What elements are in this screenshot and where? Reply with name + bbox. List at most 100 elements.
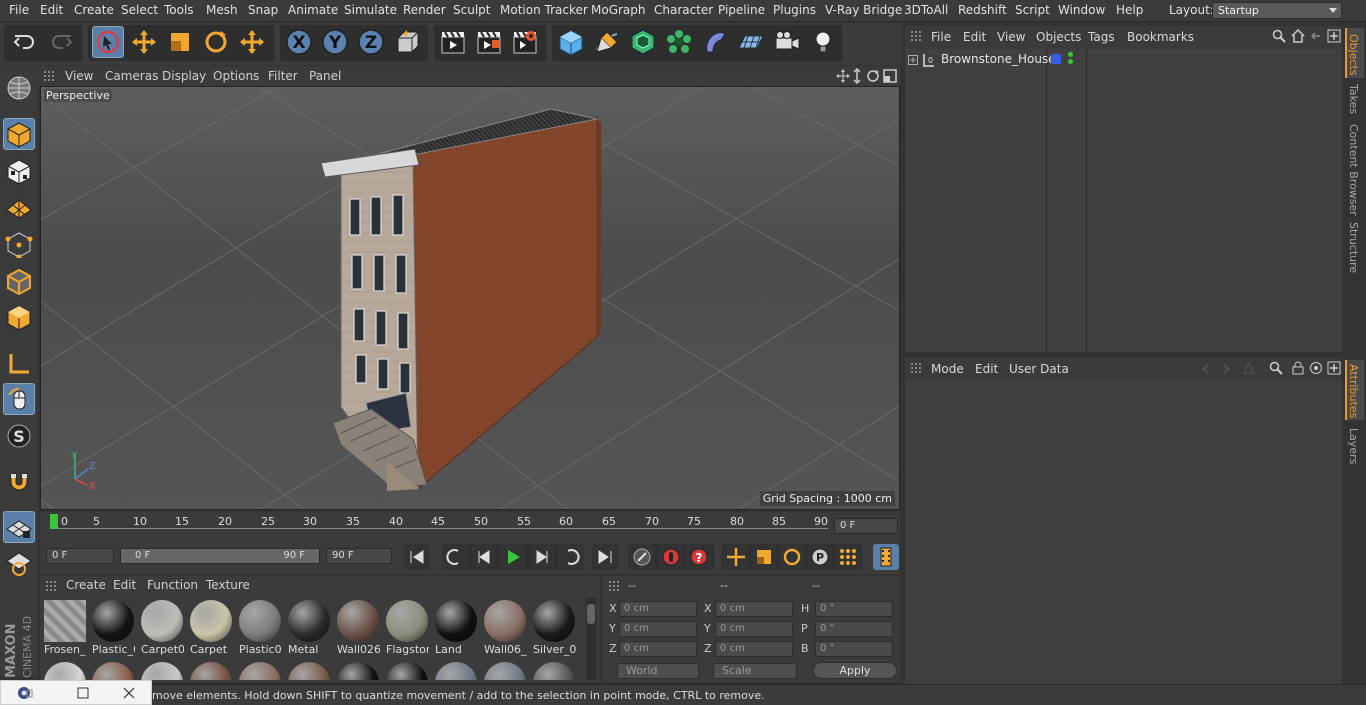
apply-button[interactable]: Apply xyxy=(813,662,897,679)
material-swatch[interactable]: Carpet0 xyxy=(139,598,184,660)
go-to-end-button[interactable] xyxy=(592,544,618,570)
rotation-b-field[interactable]: 0 ° xyxy=(815,641,893,657)
polygon-mode-button[interactable] xyxy=(3,301,35,333)
menu-render[interactable]: Render xyxy=(403,3,446,17)
rotate-view-icon[interactable] xyxy=(865,68,881,84)
deformer-button[interactable] xyxy=(699,26,731,58)
material-swatch[interactable] xyxy=(531,660,576,680)
object-menu-view[interactable]: View xyxy=(997,30,1025,44)
next-frame-button[interactable] xyxy=(529,544,555,570)
maximize-icon[interactable] xyxy=(77,687,89,699)
object-menu-bookmarks[interactable]: Bookmarks xyxy=(1127,30,1194,44)
menu-select[interactable]: Select xyxy=(121,3,158,17)
edge-mode-button[interactable] xyxy=(3,265,35,297)
menu-edit[interactable]: Edit xyxy=(40,3,63,17)
magnet-button[interactable] xyxy=(3,466,35,498)
rotation-p-field[interactable]: 0 ° xyxy=(815,621,893,637)
go-to-start-button[interactable] xyxy=(404,544,430,570)
tab-objects[interactable]: Objects xyxy=(1347,34,1360,76)
menu-simulate[interactable]: Simulate xyxy=(344,3,397,17)
playhead[interactable] xyxy=(50,514,58,529)
material-swatch[interactable]: Plastic_0 xyxy=(90,598,135,660)
make-editable-button[interactable] xyxy=(3,72,35,104)
material-swatch[interactable] xyxy=(384,660,429,680)
back-forward-icon[interactable] xyxy=(1201,362,1231,376)
scale-key-button[interactable] xyxy=(751,544,777,570)
previous-frame-button[interactable] xyxy=(471,544,497,570)
menu-character[interactable]: Character xyxy=(654,3,713,17)
current-frame-field[interactable]: 0 F xyxy=(834,518,898,534)
attribute-menu-edit[interactable]: Edit xyxy=(975,362,998,376)
z-axis-lock-button[interactable]: Z xyxy=(355,26,387,58)
snap-button[interactable]: S xyxy=(3,420,35,452)
grid-snap-button[interactable] xyxy=(3,511,35,543)
subdivision-surface-button[interactable] xyxy=(627,26,659,58)
keyframe-selection-button[interactable]: ? xyxy=(686,544,712,570)
menu-mesh[interactable]: Mesh xyxy=(206,3,238,17)
material-swatch[interactable] xyxy=(90,660,135,680)
tab-attributes[interactable]: Attributes xyxy=(1347,364,1360,418)
position-key-button[interactable] xyxy=(723,544,749,570)
camera-button[interactable] xyxy=(771,26,803,58)
material-swatch[interactable]: Metal xyxy=(286,598,331,660)
material-swatch[interactable] xyxy=(335,660,380,680)
close-icon[interactable] xyxy=(123,687,135,699)
menu-vray-bridge[interactable]: V-Ray Bridge xyxy=(825,3,902,17)
up-arrow-icon[interactable] xyxy=(1242,361,1256,375)
menu-window[interactable]: Window xyxy=(1058,3,1105,17)
model-mode-button[interactable] xyxy=(3,118,35,150)
coordinate-space-dropdown[interactable]: World xyxy=(617,663,699,679)
material-swatch[interactable] xyxy=(482,660,527,680)
material-swatch[interactable] xyxy=(433,660,478,680)
size-mode-dropdown[interactable]: Scale xyxy=(713,663,797,679)
render-settings-button[interactable] xyxy=(509,26,541,58)
tab-structure[interactable]: Structure xyxy=(1347,222,1360,273)
menu-3dtoall[interactable]: 3DToAll xyxy=(904,3,948,17)
frame-range-slider[interactable]: 0 F 90 F xyxy=(120,548,320,564)
material-swatch[interactable]: Frosen_ xyxy=(42,598,87,660)
play-button[interactable] xyxy=(500,544,526,570)
viewport-menu-view[interactable]: View xyxy=(65,69,93,83)
material-swatch[interactable] xyxy=(42,660,87,680)
menu-sculpt[interactable]: Sculpt xyxy=(453,3,490,17)
previous-key-button[interactable] xyxy=(442,544,468,570)
perspective-viewport[interactable]: Y Z X Perspective Grid Spacing : 1000 cm xyxy=(40,86,900,510)
texture-mode-button[interactable] xyxy=(3,155,35,187)
maximize-view-icon[interactable] xyxy=(882,68,898,84)
tab-layers[interactable]: Layers xyxy=(1347,428,1360,464)
live-selection-button[interactable] xyxy=(92,26,124,58)
cloner-button[interactable] xyxy=(663,26,695,58)
x-axis-lock-button[interactable]: X xyxy=(283,26,315,58)
position-x-field[interactable]: 0 cm xyxy=(619,601,697,617)
tweak-mode-button[interactable] xyxy=(3,383,35,415)
menu-redshift[interactable]: Redshift xyxy=(958,3,1007,17)
attribute-menu-user-data[interactable]: User Data xyxy=(1009,362,1069,376)
material-scrollbar[interactable] xyxy=(586,598,596,680)
axis-mode-button[interactable] xyxy=(3,348,35,380)
record-keys-button[interactable] xyxy=(629,544,655,570)
attribute-menu-mode[interactable]: Mode xyxy=(931,362,964,376)
size-z-field[interactable]: 0 cm xyxy=(715,641,793,657)
search-icon[interactable] xyxy=(1272,29,1286,43)
material-swatch[interactable]: Land xyxy=(433,598,478,660)
rotation-h-field[interactable]: 0 ° xyxy=(815,601,893,617)
material-swatch[interactable] xyxy=(286,660,331,680)
layout-dropdown[interactable]: Startup xyxy=(1212,2,1342,19)
search-icon[interactable] xyxy=(1269,361,1283,375)
size-x-field[interactable]: 0 cm xyxy=(715,601,793,617)
viewport-menu-options[interactable]: Options xyxy=(213,69,259,83)
object-menu-objects[interactable]: Objects xyxy=(1036,30,1081,44)
viewport-menu-display[interactable]: Display xyxy=(162,69,206,83)
material-swatch[interactable]: Carpet xyxy=(188,598,233,660)
new-panel-icon[interactable] xyxy=(1327,361,1341,375)
position-y-field[interactable]: 0 cm xyxy=(619,621,697,637)
timeline-ruler[interactable]: 0 5 10 15 20 25 30 35 40 45 50 55 60 65 … xyxy=(40,512,900,542)
light-button[interactable] xyxy=(807,26,839,58)
object-menu-edit[interactable]: Edit xyxy=(963,30,986,44)
menu-script[interactable]: Script xyxy=(1015,3,1050,17)
menu-file[interactable]: File xyxy=(9,3,29,17)
material-swatch[interactable]: Silver_00 xyxy=(531,598,576,660)
object-name[interactable]: Brownstone_House xyxy=(941,52,1056,66)
redo-button[interactable] xyxy=(45,26,77,58)
material-menu-edit[interactable]: Edit xyxy=(113,578,136,592)
